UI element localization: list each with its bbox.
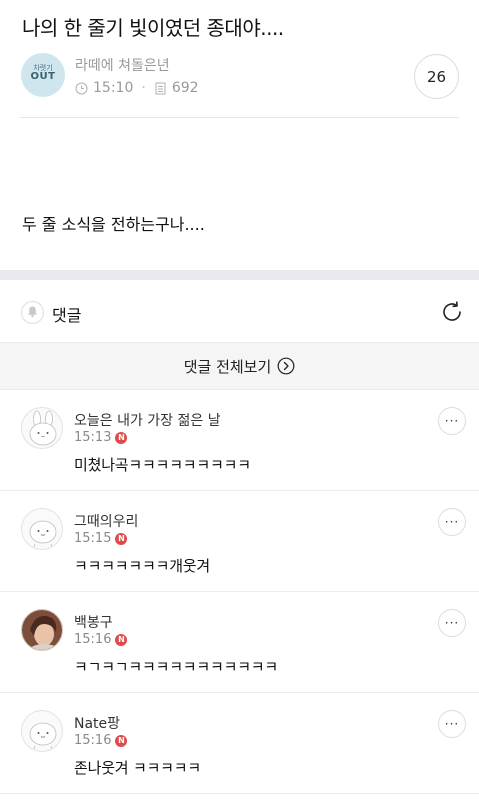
comment-item: 그때의우리 15:15 N ㅋㅋㅋㅋㅋㅋㅋ개웃겨 ··· bbox=[0, 491, 479, 592]
post-meta: 15:10 · 692 bbox=[75, 79, 199, 97]
board-avatar[interactable]: 차렷기 OUT bbox=[21, 53, 65, 97]
notification-toggle[interactable] bbox=[21, 301, 44, 324]
comment-time: 15:13 bbox=[74, 430, 112, 445]
post-body: 두 줄 소식을 전하는구나.... bbox=[22, 215, 205, 234]
comment-item: Nate팡 15:16 N 존나웃겨 ㅋㅋㅋㅋㅋ ··· bbox=[0, 693, 479, 794]
comment-text: ㅋㄱㅋㄱㅋㅋㅋㅋㅋㅋㅋㅋㅋㅋㅋ bbox=[74, 658, 279, 676]
more-options-button[interactable]: ··· bbox=[438, 710, 466, 738]
document-icon bbox=[154, 82, 167, 95]
refresh-icon bbox=[440, 300, 464, 328]
comment-section-header: 댓글 bbox=[0, 280, 479, 342]
comment-time: 15:15 bbox=[74, 531, 112, 546]
new-badge: N bbox=[115, 633, 128, 646]
more-options-button[interactable]: ··· bbox=[438, 407, 466, 435]
comment-time: 15:16 bbox=[74, 733, 112, 748]
default-face-icon[interactable] bbox=[21, 710, 63, 752]
comment-count-button[interactable]: 26 bbox=[414, 54, 459, 99]
board-logo-main: OUT bbox=[30, 71, 56, 82]
bell-icon bbox=[26, 303, 39, 322]
comment-meta: 15:13 N bbox=[74, 430, 128, 445]
new-badge: N bbox=[115, 532, 128, 545]
clock-icon bbox=[75, 82, 88, 95]
comment-text: 존나웃겨 ㅋㅋㅋㅋㅋ bbox=[74, 759, 201, 777]
view-all-comments-button[interactable]: 댓글 전체보기 bbox=[0, 342, 479, 390]
photo-avatar[interactable] bbox=[21, 609, 63, 651]
more-options-button[interactable]: ··· bbox=[438, 609, 466, 637]
section-separator bbox=[0, 270, 479, 280]
new-badge: N bbox=[115, 431, 128, 444]
comment-item: 오늘은 내가 가장 젊은 날 15:13 N 미쳤나곡ㅋㅋㅋㅋㅋㅋㅋㅋㅋ ··· bbox=[0, 390, 479, 491]
meta-separator: · bbox=[141, 80, 146, 96]
refresh-button[interactable] bbox=[439, 301, 465, 327]
comment-time: 15:16 bbox=[74, 632, 112, 647]
comment-author[interactable]: 그때의우리 bbox=[74, 511, 138, 531]
post-header: 나의 한 줄기 빛이였던 종대야.... 차렷기 OUT 라떼에 쳐돌은년 15… bbox=[0, 0, 479, 118]
comment-author[interactable]: 오늘은 내가 가장 젊은 날 bbox=[74, 410, 221, 430]
board-name[interactable]: 라떼에 쳐돌은년 bbox=[75, 55, 170, 75]
more-options-button[interactable]: ··· bbox=[438, 508, 466, 536]
default-face-icon[interactable] bbox=[21, 508, 63, 550]
comment-text: ㅋㅋㅋㅋㅋㅋㅋ개웃겨 bbox=[74, 557, 211, 575]
view-all-label: 댓글 전체보기 bbox=[183, 357, 272, 376]
comment-meta: 15:16 N bbox=[74, 733, 128, 748]
new-badge: N bbox=[115, 734, 128, 747]
divider bbox=[20, 117, 459, 118]
chevron-right-circle-icon bbox=[277, 357, 295, 375]
comment-meta: 15:16 N bbox=[74, 632, 128, 647]
comments-label: 댓글 bbox=[52, 306, 82, 325]
comment-author[interactable]: Nate팡 bbox=[74, 713, 120, 733]
comment-author[interactable]: 백봉구 bbox=[74, 612, 113, 632]
post-title: 나의 한 줄기 빛이였던 종대야.... bbox=[22, 16, 284, 40]
comment-meta: 15:15 N bbox=[74, 531, 128, 546]
comment-item: 백봉구 15:16 N ㅋㄱㅋㄱㅋㅋㅋㅋㅋㅋㅋㅋㅋㅋㅋ ··· bbox=[0, 592, 479, 693]
comment-text: 미쳤나곡ㅋㅋㅋㅋㅋㅋㅋㅋㅋ bbox=[74, 456, 251, 474]
bunny-icon[interactable] bbox=[21, 407, 63, 449]
post-time: 15:10 bbox=[93, 80, 134, 96]
view-count: 692 bbox=[171, 80, 199, 96]
